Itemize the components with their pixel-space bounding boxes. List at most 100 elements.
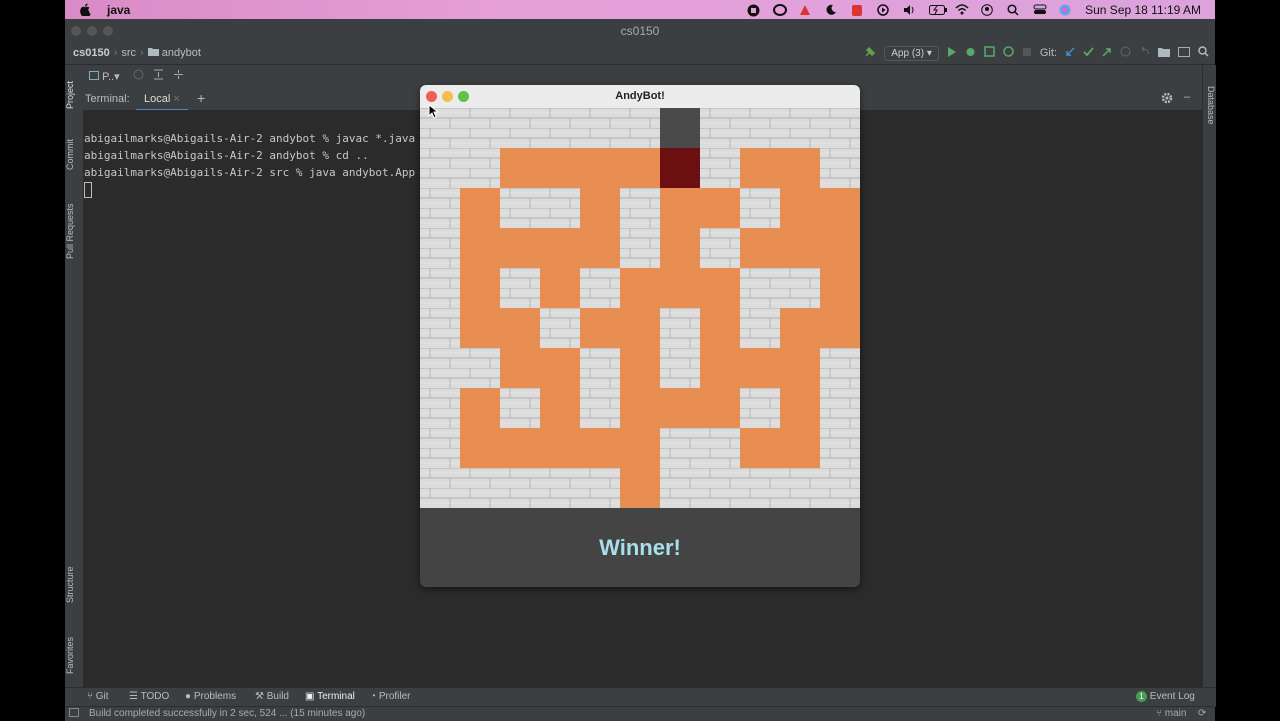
- maze-path-cell: [580, 228, 620, 268]
- profiler-tool-tab[interactable]: ◔ Profiler: [370, 691, 411, 702]
- run-configuration-select[interactable]: App (3) ▾: [884, 45, 939, 61]
- git-branch-widget[interactable]: ⑂ main: [1156, 708, 1186, 719]
- history-icon[interactable]: [1120, 46, 1131, 60]
- build-tool-tab[interactable]: ⚒ Build: [255, 691, 289, 702]
- folder-icon: [147, 47, 159, 59]
- problems-tool-tab[interactable]: ● Problems: [185, 691, 236, 702]
- git-update-icon[interactable]: [1065, 46, 1075, 60]
- terminal-line: abigailmarks@Abigails-Air-2 andybot % ja…: [84, 132, 416, 145]
- expand-all-icon[interactable]: [153, 69, 164, 83]
- spotlight-search-icon[interactable]: [1007, 3, 1021, 16]
- maze-wall-cell: [820, 388, 860, 428]
- menu-clock[interactable]: Sun Sep 18 11:19 AM: [1085, 3, 1201, 17]
- structure-tool-tab[interactable]: Structure: [65, 555, 83, 615]
- project-view-select[interactable]: P..▾: [89, 70, 120, 83]
- maze-path-cell: [500, 348, 540, 388]
- app-menu-name[interactable]: java: [107, 3, 130, 17]
- maze-path-cell: [620, 348, 660, 388]
- maze-path-cell: [780, 428, 820, 468]
- maze-path-cell: [660, 228, 700, 268]
- git-push-icon[interactable]: [1102, 47, 1112, 60]
- maze-path-cell: [500, 228, 540, 268]
- run-icon[interactable]: [947, 46, 957, 60]
- toggle-panels-icon[interactable]: [69, 708, 79, 720]
- sync-icon[interactable]: ⟳: [1198, 708, 1206, 719]
- favorites-tool-tab[interactable]: Favorites: [65, 625, 83, 685]
- breadcrumb-src[interactable]: src: [121, 47, 136, 59]
- profiler-tab-label: Profiler: [378, 691, 411, 702]
- apple-icon[interactable]: [79, 3, 91, 16]
- maze-wall-cell: [580, 108, 620, 148]
- git-tool-tab[interactable]: ⑂ Git: [87, 691, 109, 702]
- build-hammer-icon[interactable]: [864, 46, 876, 61]
- moon-icon[interactable]: [825, 4, 839, 16]
- status-message[interactable]: Build completed successfully in 2 sec, 5…: [89, 708, 365, 719]
- maze-path-cell: [740, 148, 780, 188]
- maze-wall-cell: [700, 228, 740, 268]
- andybot-window: AndyBot! Winner!: [420, 85, 860, 587]
- locate-icon[interactable]: [133, 69, 144, 83]
- project-tool-tab[interactable]: Project: [65, 71, 83, 119]
- html5-icon[interactable]: [851, 4, 865, 16]
- maze-path-cell: [620, 148, 660, 188]
- control-center-icon[interactable]: [1033, 4, 1047, 16]
- collapse-all-icon[interactable]: [173, 69, 184, 83]
- winner-message: Winner!: [599, 535, 681, 560]
- profile-icon[interactable]: [1003, 46, 1014, 60]
- maze-path-cell: [700, 348, 740, 388]
- battery-icon[interactable]: [929, 4, 948, 16]
- stop-icon[interactable]: [1022, 47, 1032, 60]
- commit-tool-tab[interactable]: Commit: [65, 131, 83, 179]
- list-icon: ☰: [129, 691, 138, 702]
- maze-path-cell: [660, 188, 700, 228]
- debug-icon[interactable]: [965, 46, 976, 60]
- creative-cloud-icon[interactable]: [773, 3, 788, 16]
- close-icon[interactable]: ×: [173, 93, 179, 105]
- game-window-title: AndyBot!: [615, 90, 665, 102]
- maze-path-cell: [700, 308, 740, 348]
- maze-wall-cell: [580, 268, 620, 308]
- git-label: Git:: [1039, 47, 1057, 59]
- terminal-tab-local[interactable]: Local ×: [136, 88, 188, 111]
- minimize-panel-icon[interactable]: –: [1184, 91, 1190, 103]
- maze-start-cell: [660, 108, 700, 148]
- branch-label: main: [1164, 708, 1187, 719]
- search-icon[interactable]: [1198, 46, 1209, 60]
- record-icon[interactable]: [747, 4, 761, 16]
- maze-wall-cell: [740, 388, 780, 428]
- siri-icon[interactable]: [1059, 4, 1073, 16]
- maze-wall-cell: [420, 108, 460, 148]
- project-view-icon: [89, 71, 99, 83]
- maze-wall-cell: [500, 388, 540, 428]
- wifi-icon[interactable]: [955, 3, 969, 16]
- breadcrumb-andybot[interactable]: andybot: [162, 47, 201, 59]
- gear-icon[interactable]: [1161, 92, 1173, 107]
- maze-wall-cell: [580, 468, 620, 508]
- new-terminal-tab-icon[interactable]: +: [197, 90, 205, 106]
- maze-wall-cell: [420, 428, 460, 468]
- breadcrumb-project[interactable]: cs0150: [73, 47, 110, 59]
- volume-icon[interactable]: [903, 4, 917, 16]
- user-icon[interactable]: [981, 3, 995, 16]
- maze-path-cell: [460, 428, 500, 468]
- maze-wall-cell: [660, 308, 700, 348]
- event-log-tab[interactable]: 1 Event Log: [1136, 691, 1195, 702]
- pull-requests-tool-tab[interactable]: Pull Requests: [65, 193, 83, 269]
- todo-tool-tab[interactable]: ☰ TODO: [129, 691, 169, 702]
- terminal-tool-tab[interactable]: ▣ Terminal: [305, 691, 355, 702]
- maze-path-cell: [660, 268, 700, 308]
- maze-wall-cell: [700, 428, 740, 468]
- maze-wall-cell: [420, 268, 460, 308]
- rollback-icon[interactable]: [1139, 46, 1150, 60]
- maze-wall-cell: [740, 188, 780, 228]
- play-circle-icon[interactable]: [877, 3, 891, 16]
- maze-wall-cell: [660, 428, 700, 468]
- maze-wall-cell: [620, 228, 660, 268]
- alert-icon[interactable]: [799, 4, 813, 16]
- coverage-icon[interactable]: [984, 46, 995, 60]
- project-structure-icon[interactable]: [1158, 47, 1170, 60]
- database-tool-tab[interactable]: Database: [1203, 75, 1216, 135]
- window-icon[interactable]: [1178, 46, 1190, 60]
- maze-wall-cell: [420, 348, 460, 388]
- git-commit-icon[interactable]: [1083, 46, 1094, 60]
